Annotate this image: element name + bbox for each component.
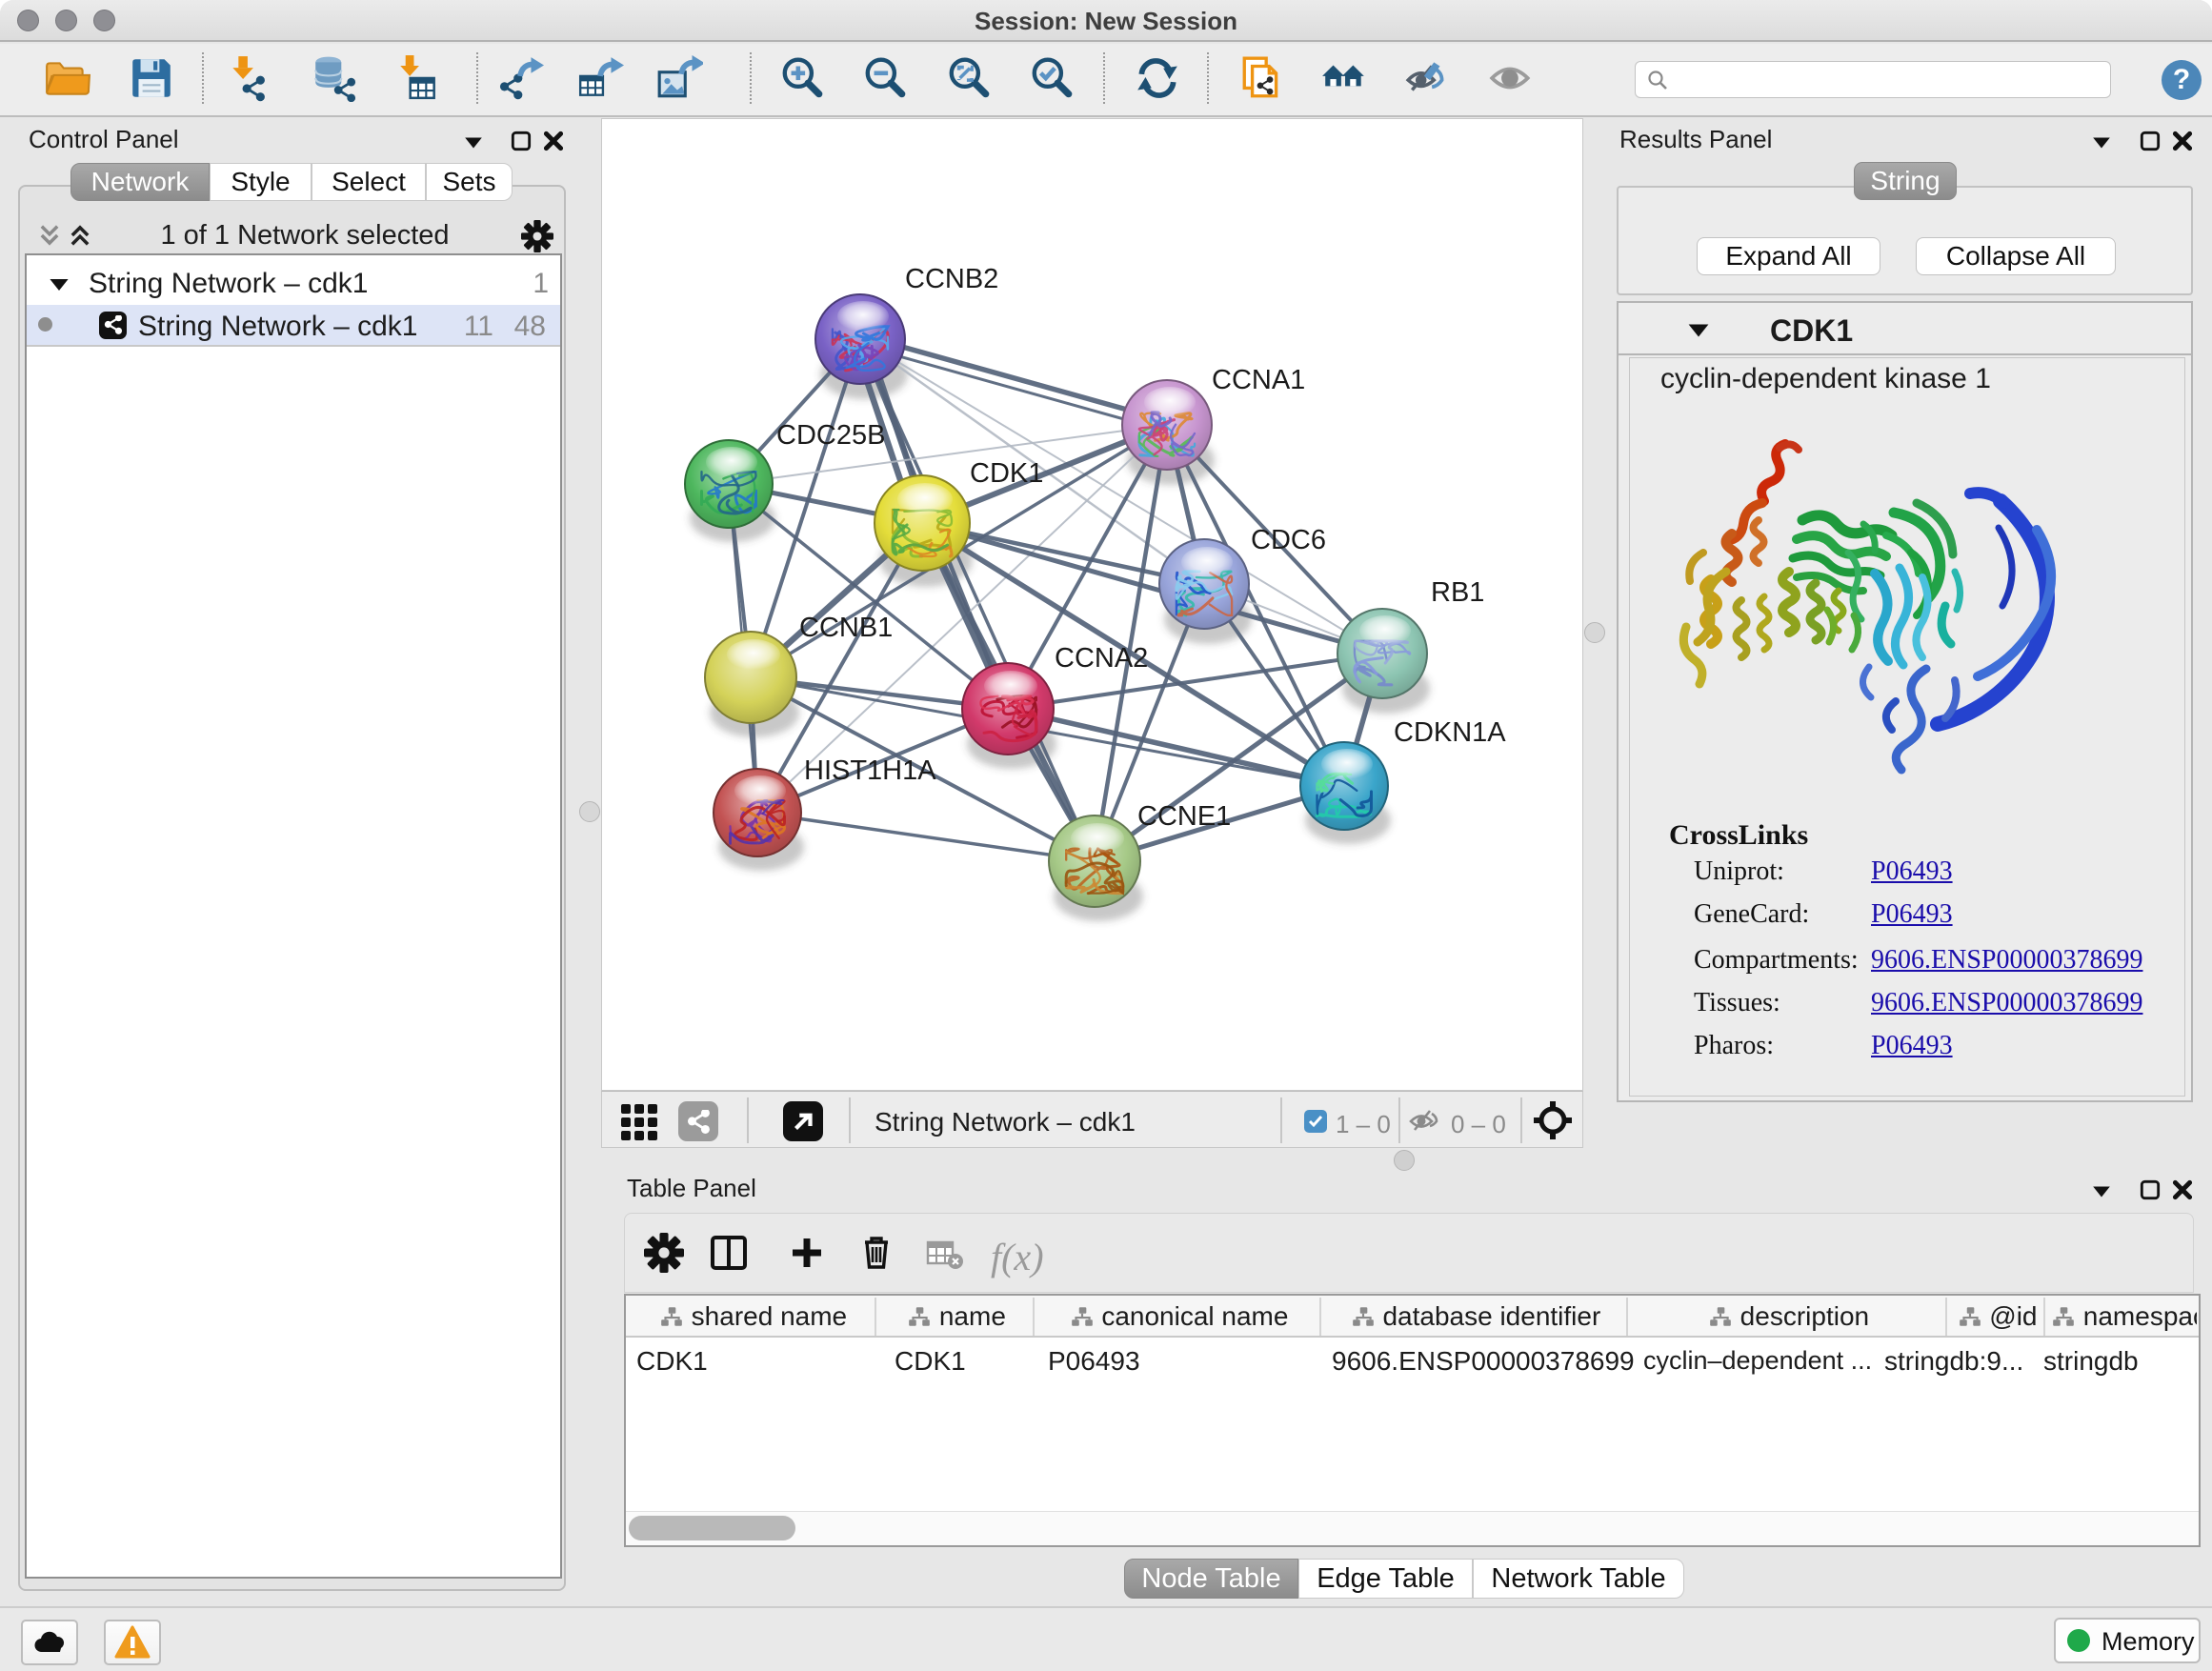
svg-text:HIST1H1A: HIST1H1A xyxy=(804,755,936,786)
svg-text:RB1: RB1 xyxy=(1431,577,1484,608)
svg-text:CCNB1: CCNB1 xyxy=(799,613,893,643)
svg-text:?: ? xyxy=(2173,64,2190,95)
svg-text:CCNE1: CCNE1 xyxy=(1137,801,1231,832)
svg-text:CDC6: CDC6 xyxy=(1251,525,1326,555)
svg-text:CCNA2: CCNA2 xyxy=(1055,643,1148,674)
svg-text:CDK1: CDK1 xyxy=(970,458,1043,489)
svg-text:CDKN1A: CDKN1A xyxy=(1394,717,1506,748)
svg-text:CCNA1: CCNA1 xyxy=(1212,365,1305,395)
svg-text:CCNB2: CCNB2 xyxy=(905,264,998,294)
svg-text:CDC25B: CDC25B xyxy=(776,420,885,451)
